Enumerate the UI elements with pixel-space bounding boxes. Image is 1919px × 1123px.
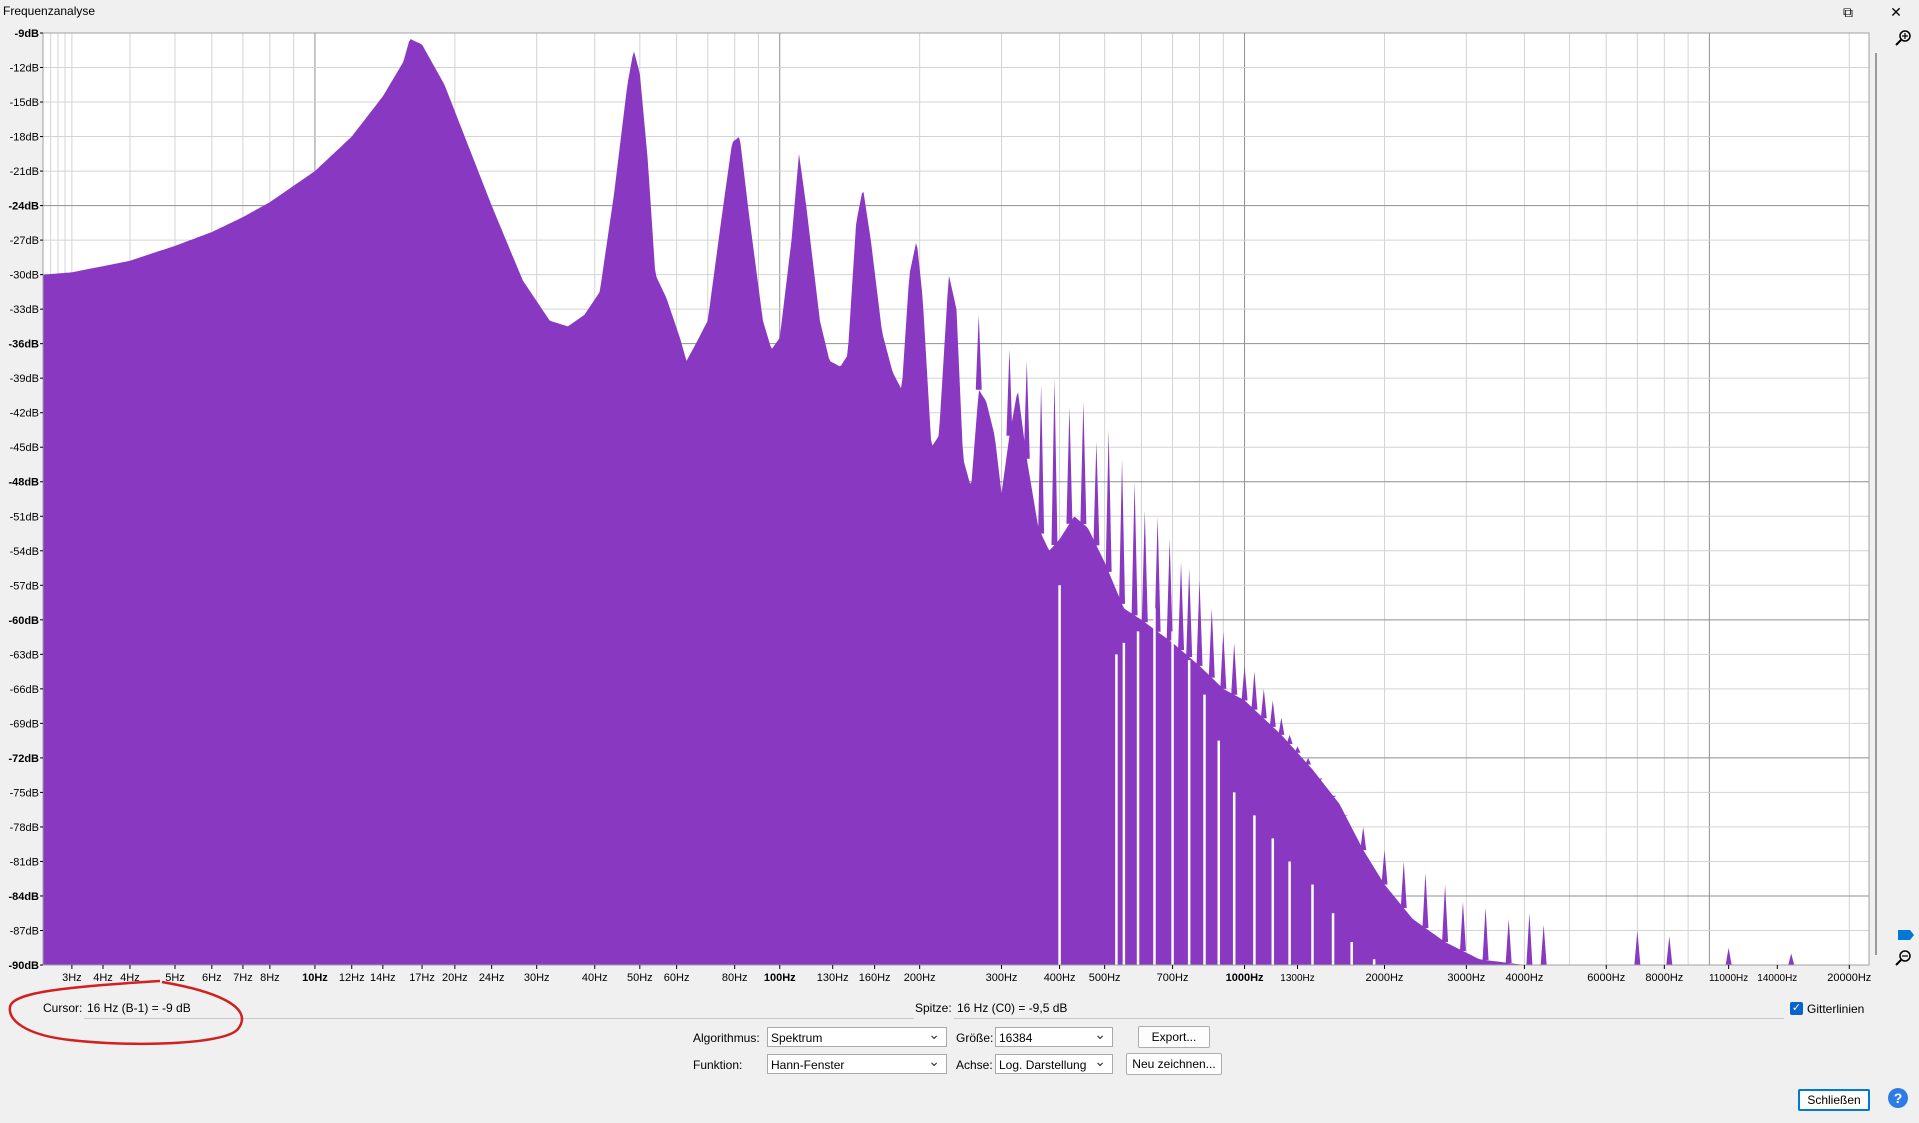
y-tick-label: -84dB <box>8 891 39 903</box>
close-icon[interactable]: ✕ <box>1886 2 1906 22</box>
x-tick-label: 24Hz <box>479 972 505 984</box>
x-tick-label: 500Hz <box>1089 972 1121 984</box>
x-tick-label: 80Hz <box>722 972 748 984</box>
y-tick-label: -30dB <box>10 270 39 282</box>
svg-text:?: ? <box>1894 1090 1903 1106</box>
function-label: Funktion: <box>693 1058 743 1072</box>
x-tick-label: 20Hz <box>442 972 468 984</box>
x-tick-label: 12Hz <box>339 972 365 984</box>
export-button[interactable]: Export... <box>1138 1026 1210 1048</box>
x-tick-label: 6000Hz <box>1587 972 1625 984</box>
y-tick-label: -24dB <box>8 201 39 213</box>
y-tick-label: -33dB <box>10 304 39 316</box>
window-title: Frequenzanalyse <box>3 4 96 18</box>
zoom-out-icon[interactable] <box>1895 950 1911 966</box>
function-select[interactable]: Hann-Fenster <box>767 1051 947 1074</box>
zoom-in-icon[interactable] <box>1895 30 1911 46</box>
y-tick-label: -15dB <box>10 97 39 109</box>
x-tick-label: 40Hz <box>582 972 608 984</box>
y-tick-label: -27dB <box>10 235 39 247</box>
y-tick-label: -75dB <box>10 787 39 799</box>
grid-checkbox-label: Gitterlinien <box>1807 1002 1865 1016</box>
algorithm-select[interactable]: Spektrum <box>767 1024 947 1047</box>
peak-readout: 16 Hz (C0) = -9,5 dB <box>957 1001 1068 1015</box>
y-tick-label: -51dB <box>10 511 39 523</box>
y-tick-label: -72dB <box>8 753 39 765</box>
y-tick-label: -18dB <box>10 132 39 144</box>
x-tick-label: 1000Hz <box>1226 972 1264 984</box>
y-tick-label: -21dB <box>10 166 39 178</box>
x-tick-label: 4000Hz <box>1505 972 1543 984</box>
x-tick-label: 20000Hz <box>1827 972 1871 984</box>
algorithm-label: Algorithmus: <box>693 1031 760 1045</box>
grid-checkbox[interactable]: ✓ <box>1790 1002 1803 1015</box>
x-tick-label: 14000Hz <box>1757 973 1797 984</box>
x-tick-label: 60Hz <box>664 972 690 984</box>
x-tick-label: 17Hz <box>409 972 435 984</box>
axis-label: Achse: <box>956 1058 993 1072</box>
y-tick-label: -69dB <box>10 718 39 730</box>
x-tick-label: 100Hz <box>764 972 796 984</box>
frequency-spectrum-plot[interactable]: -9dB -12dB -15dB -18dB -21dB -24dB -27dB -30dB -… <box>0 24 1919 984</box>
title-bar: Frequenzanalyse ⧉ ✕ <box>0 0 1919 24</box>
x-tick-label: 300Hz <box>986 972 1018 984</box>
annotation-circle <box>8 979 244 1046</box>
size-select[interactable]: 16384 <box>995 1024 1113 1047</box>
y-tick-label: -57dB <box>10 580 39 592</box>
y-tick-label: -12dB <box>10 63 39 75</box>
x-tick-label: 11000Hz <box>1709 973 1748 984</box>
y-tick-label: -54dB <box>10 546 39 558</box>
x-tick-label: 2000Hz <box>1366 972 1404 984</box>
y-tick-label: -90dB <box>8 960 39 972</box>
axis-select[interactable]: Log. Darstellung <box>995 1051 1113 1074</box>
x-tick-label: 160Hz <box>859 972 891 984</box>
y-tick-label: -63dB <box>10 649 39 661</box>
y-tick-label: -81dB <box>10 856 39 868</box>
peak-readout-underline <box>954 1018 1784 1019</box>
y-tick-label: -9dB <box>15 28 40 40</box>
x-tick-label: 1300Hz <box>1280 973 1314 984</box>
x-tick-label: 130Hz <box>817 972 849 984</box>
x-tick-label: 8Hz <box>260 972 280 984</box>
x-tick-label: 50Hz <box>627 972 653 984</box>
x-tick-label: 200Hz <box>904 972 936 984</box>
x-tick-label: 14Hz <box>370 972 396 984</box>
y-tick-label: -36dB <box>8 339 39 351</box>
peak-label: Spitze: <box>915 1001 952 1015</box>
y-tick-label: -39dB <box>10 373 39 385</box>
y-tick-label: -66dB <box>10 684 39 696</box>
x-tick-label: 30Hz <box>524 972 550 984</box>
x-tick-label: 700Hz <box>1157 972 1189 984</box>
x-tick-label: 8000Hz <box>1645 972 1683 984</box>
x-tick-label: 10Hz <box>302 972 328 984</box>
y-tick-label: -48dB <box>8 477 39 489</box>
y-tick-label: -78dB <box>10 822 39 834</box>
x-tick-label: 3000Hz <box>1447 972 1485 984</box>
y-tick-label: -45dB <box>10 442 39 454</box>
y-tick-label: -60dB <box>8 615 39 627</box>
zoom-slider-thumb[interactable] <box>1898 930 1914 940</box>
close-button[interactable]: Schließen <box>1798 1089 1870 1111</box>
x-tick-label: 400Hz <box>1044 972 1076 984</box>
y-tick-label: -42dB <box>10 408 39 420</box>
help-icon[interactable]: ? <box>1887 1087 1909 1109</box>
size-label: Größe: <box>956 1031 994 1045</box>
maximize-icon[interactable]: ⧉ <box>1838 2 1858 22</box>
redraw-button[interactable]: Neu zeichnen... <box>1126 1053 1222 1075</box>
y-tick-label: -87dB <box>10 925 39 937</box>
